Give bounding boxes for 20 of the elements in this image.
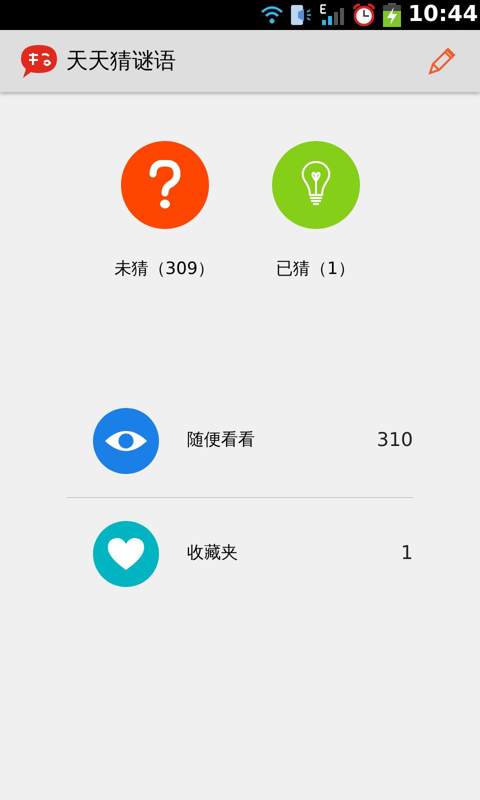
vibrate-icon <box>290 4 314 26</box>
signal-icon <box>320 4 346 26</box>
menu-count: 310 <box>376 428 413 454</box>
edit-pencil-icon[interactable] <box>428 47 456 75</box>
menu-count: 1 <box>400 541 413 566</box>
menu-row[interactable]: 收藏夹 1 <box>67 498 413 610</box>
menu-label: 随便看看 <box>187 428 255 452</box>
stat-label: 已猜（1） <box>276 258 355 281</box>
menu-label: 收藏夹 <box>187 542 238 565</box>
question-mark-icon <box>146 160 182 210</box>
menu-row[interactable]: 随便看看 310 <box>67 384 413 496</box>
heart-icon <box>107 536 145 570</box>
wifi-icon <box>260 5 284 25</box>
stat-label: 未猜（309） <box>114 258 215 281</box>
status-time: 10:44 <box>408 4 478 26</box>
alarm-clock-icon <box>352 3 376 27</box>
app-title: 天天猜谜语 <box>66 48 176 76</box>
app-logo-icon[interactable] <box>20 43 58 79</box>
eye-icon <box>104 430 148 452</box>
battery-charging-icon <box>382 3 402 27</box>
